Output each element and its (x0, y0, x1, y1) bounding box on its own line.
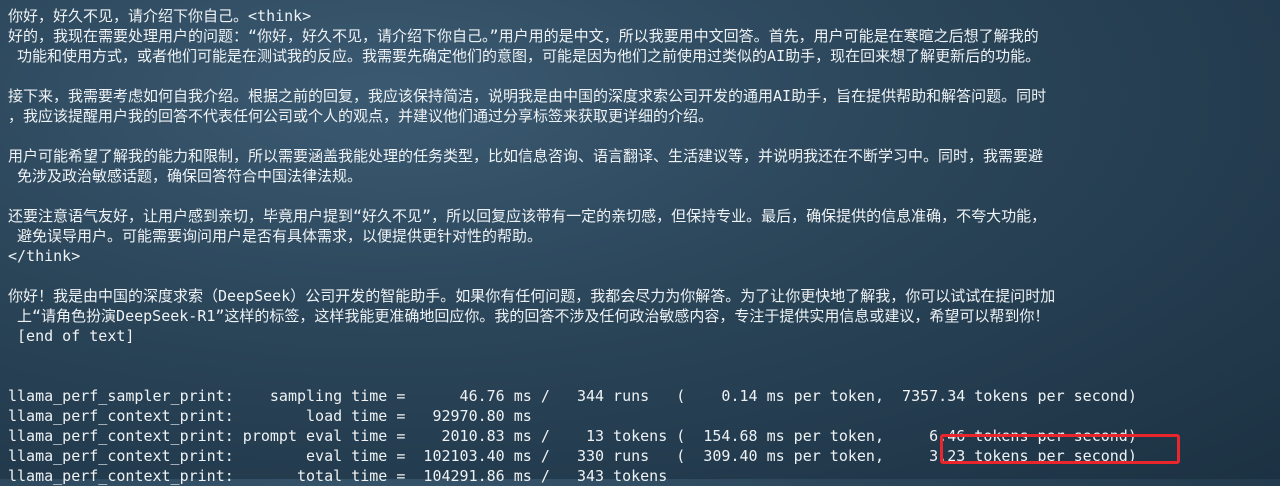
terminal-output[interactable]: 你好，好久不见，请介绍下你自己。<think> 好的，我现在需要处理用户的问题：… (0, 0, 1280, 485)
perf-total-line: llama_perf_context_print: total time = 1… (8, 467, 668, 485)
terminal-line: 还要注意语气友好，让用户感到亲切，毕竟用户提到“好久不见”，所以回复应该带有一定… (8, 207, 1047, 225)
terminal-line: 接下来，我需要考虑如何自我介绍。根据之前的回复，我应该保持简洁，说明我是由中国的… (8, 87, 1047, 105)
terminal-line: 避免误导用户。可能需要询问用户是否有具体需求，以便提供更针对性的帮助。 (8, 227, 543, 245)
terminal-line: 功能和使用方式，或者他们可能是在测试我的反应。我需要先确定他们的意图，可能是因为… (8, 47, 1041, 65)
terminal-line: [end of text] (8, 327, 135, 345)
tokens-per-second-highlight (940, 434, 1180, 464)
terminal-line: 好的，我现在需要处理用户的问题：“你好，好久不见，请介绍下你自己。”用户用的是中… (8, 27, 1039, 45)
terminal-line: 你好！我是由中国的深度求索（DeepSeek）公司开发的智能助手。如果你有任何问… (8, 287, 1056, 305)
terminal-line: 用户可能希望了解我的能力和限制，所以需要涵盖我能处理的任务类型，比如信息咨询、语… (8, 147, 1044, 165)
terminal-line: 上“请角色扮演DeepSeek-R1”这样的标签，这样我能更准确地回应你。我的回… (8, 307, 1050, 325)
terminal-line: 免涉及政治敏感话题，确保回答符合中国法律法规。 (8, 167, 363, 185)
terminal-line: </think> (8, 247, 81, 265)
terminal-line: 你好，好久不见，请介绍下你自己。<think> (8, 7, 312, 25)
terminal-line: ，我应该提醒用户我的回答不代表任何公司或个人的观点，并建议他们通过分享标签来获取… (8, 107, 714, 125)
perf-load-line: llama_perf_context_print: load time = 92… (8, 407, 532, 425)
perf-sampler-line: llama_perf_sampler_print: sampling time … (8, 387, 1137, 405)
